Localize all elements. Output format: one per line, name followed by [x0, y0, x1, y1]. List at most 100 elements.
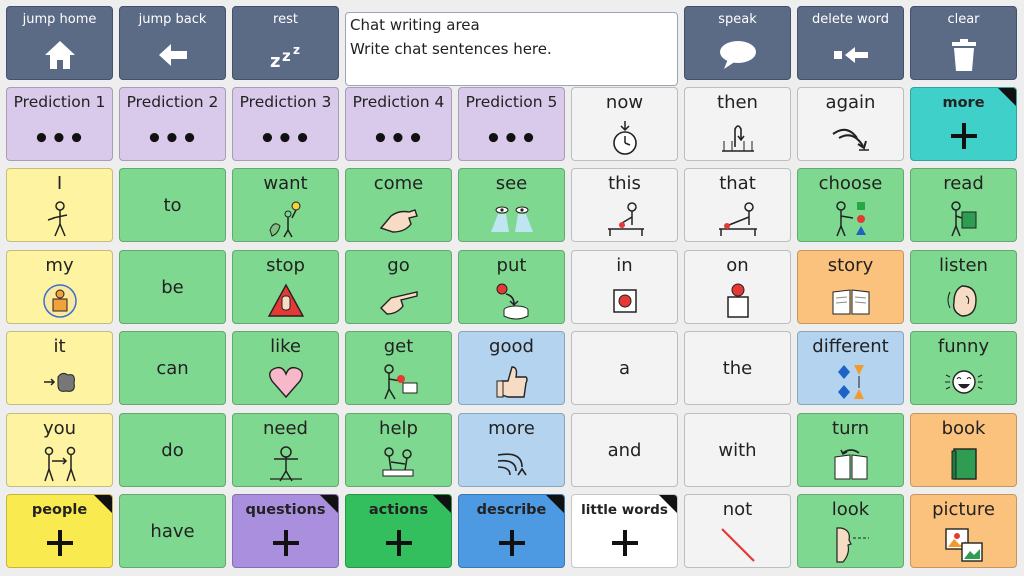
word-do-button[interactable]: do [119, 413, 226, 487]
person-self-icon [7, 199, 112, 239]
word-want-button[interactable]: want [232, 168, 339, 242]
word-on-button[interactable]: on [684, 250, 791, 324]
word-come-label: come [373, 173, 424, 194]
ellipsis-icon: ••• [485, 124, 538, 154]
jump-home-button[interactable]: jump home [6, 6, 113, 80]
get-object-icon [346, 362, 451, 402]
word-with-button[interactable]: with [684, 413, 791, 487]
word-read-button[interactable]: read [910, 168, 1017, 242]
my-possessive-icon [7, 281, 112, 321]
need-person-icon [233, 444, 338, 484]
word-more-label: more [488, 418, 535, 439]
questions-folder-button[interactable]: questions [232, 494, 339, 568]
point-near-icon [572, 199, 677, 239]
ellipsis-icon: ••• [259, 124, 312, 154]
word-good-button[interactable]: good [458, 331, 565, 405]
word-again-button[interactable]: again [797, 87, 904, 161]
word-have-label: have [150, 521, 195, 542]
word-book-button[interactable]: book [910, 413, 1017, 487]
word-like-label: like [270, 336, 301, 357]
word-the-button[interactable]: the [684, 331, 791, 405]
word-that-button[interactable]: that [684, 168, 791, 242]
word-want-label: want [263, 173, 308, 194]
people-folder-button[interactable]: people [6, 494, 113, 568]
home-icon [7, 33, 112, 77]
word-picture-button[interactable]: picture [910, 494, 1017, 568]
prediction-5-button[interactable]: Prediction 5 ••• [458, 87, 565, 161]
word-my-button[interactable]: my [6, 250, 113, 324]
word-put-button[interactable]: put [458, 250, 565, 324]
word-look-button[interactable]: look [797, 494, 904, 568]
word-see-button[interactable]: see [458, 168, 565, 242]
word-in-button[interactable]: in [571, 250, 678, 324]
more-folder-button[interactable]: more [910, 87, 1017, 161]
word-go-label: go [387, 255, 410, 276]
plus-icon [346, 523, 451, 563]
word-the-label: the [722, 358, 753, 379]
actions-folder-button[interactable]: actions [345, 494, 452, 568]
word-this-label: this [608, 173, 641, 194]
prediction-2-button[interactable]: Prediction 2 ••• [119, 87, 226, 161]
plus-icon [459, 523, 564, 563]
word-funny-button[interactable]: funny [910, 331, 1017, 405]
little-words-folder-button[interactable]: little words [571, 494, 678, 568]
word-then-button[interactable]: then [684, 87, 791, 161]
svg-text:z: z [270, 51, 280, 70]
word-to-label: to [163, 195, 182, 216]
speak-label: speak [718, 12, 757, 27]
word-go-button[interactable]: go [345, 250, 452, 324]
word-you-label: you [42, 418, 77, 439]
more-folder-label: more [942, 95, 985, 111]
word-you-button[interactable]: you [6, 413, 113, 487]
jump-back-button[interactable]: jump back [119, 6, 226, 80]
jump-home-label: jump home [22, 12, 97, 27]
word-listen-button[interactable]: listen [910, 250, 1017, 324]
word-like-button[interactable]: like [232, 331, 339, 405]
speak-button[interactable]: speak [684, 6, 791, 80]
word-i-button[interactable]: I [6, 168, 113, 242]
rest-label: rest [273, 12, 298, 27]
vocab-row-5: you do need help more and with turn book [0, 413, 1024, 487]
word-a-button[interactable]: a [571, 331, 678, 405]
word-now-button[interactable]: now [571, 87, 678, 161]
word-turn-button[interactable]: turn [797, 413, 904, 487]
word-more-button[interactable]: more [458, 413, 565, 487]
word-be-button[interactable]: be [119, 250, 226, 324]
chat-writing-area[interactable]: Chat writing area Write chat sentences h… [345, 12, 678, 86]
word-help-button[interactable]: help [345, 413, 452, 487]
word-have-button[interactable]: have [119, 494, 226, 568]
prediction-1-button[interactable]: Prediction 1 ••• [6, 87, 113, 161]
word-can-label: can [156, 358, 189, 379]
describe-folder-button[interactable]: describe [458, 494, 565, 568]
word-it-button[interactable]: it [6, 331, 113, 405]
vocab-row-3: my be stop go put in on story listen [0, 250, 1024, 324]
prediction-3-button[interactable]: Prediction 3 ••• [232, 87, 339, 161]
word-get-button[interactable]: get [345, 331, 452, 405]
rest-button[interactable]: rest zzz [232, 6, 339, 80]
timeline-jump-icon [685, 118, 790, 158]
prediction-3-label: Prediction 3 [239, 93, 332, 111]
clear-button[interactable]: clear [910, 6, 1017, 80]
reading-person-icon [911, 199, 1016, 239]
ellipsis-icon: ••• [372, 124, 425, 154]
word-on-label: on [726, 255, 749, 276]
word-choose-button[interactable]: choose [797, 168, 904, 242]
word-story-button[interactable]: story [797, 250, 904, 324]
word-different-button[interactable]: different [797, 331, 904, 405]
word-need-label: need [263, 418, 308, 439]
repeat-arrow-icon [798, 118, 903, 158]
word-this-button[interactable]: this [571, 168, 678, 242]
word-need-button[interactable]: need [232, 413, 339, 487]
word-can-button[interactable]: can [119, 331, 226, 405]
word-not-button[interactable]: not [684, 494, 791, 568]
delete-word-button[interactable]: delete word [797, 6, 904, 80]
word-come-button[interactable]: come [345, 168, 452, 242]
prediction-4-label: Prediction 4 [352, 93, 445, 111]
sleep-zzz-icon: zzz [233, 33, 338, 77]
word-stop-button[interactable]: stop [232, 250, 339, 324]
word-and-button[interactable]: and [571, 413, 678, 487]
word-put-label: put [496, 255, 527, 276]
word-to-button[interactable]: to [119, 168, 226, 242]
prediction-4-button[interactable]: Prediction 4 ••• [345, 87, 452, 161]
word-read-label: read [943, 173, 984, 194]
